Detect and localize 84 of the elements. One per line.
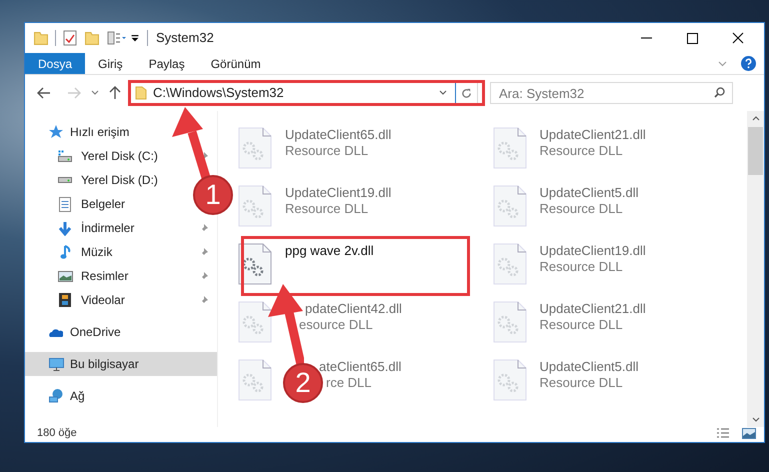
file-name[interactable]: UpdateClient19.dll xyxy=(285,185,392,201)
details-view-icon[interactable] xyxy=(716,428,730,439)
properties-icon[interactable] xyxy=(63,30,77,46)
file-name[interactable]: pdateClient42.dll xyxy=(305,301,402,317)
file-type: rce DLL xyxy=(326,375,372,391)
sidebar-item[interactable]: Resimler xyxy=(57,267,128,285)
ribbon-tab[interactable]: Giriş xyxy=(85,53,136,74)
pin-icon[interactable] xyxy=(200,272,208,280)
dll-file-icon xyxy=(238,301,272,343)
file-name[interactable]: UpdateClient19.dll xyxy=(540,243,646,259)
file-name[interactable]: UpdateClient5.dll xyxy=(540,185,639,201)
dll-file-icon xyxy=(238,127,272,169)
dll-file-icon xyxy=(492,185,526,227)
globe-computer-icon xyxy=(49,389,63,403)
star-icon xyxy=(48,124,64,140)
cloud-icon xyxy=(49,328,63,336)
file-type: Resource DLL xyxy=(540,375,623,391)
file-type: Resource DLL xyxy=(540,201,623,217)
dropdown-icon[interactable] xyxy=(131,34,139,42)
large-icons-view-icon[interactable] xyxy=(742,428,756,439)
chevron-down-icon[interactable] xyxy=(439,90,447,96)
ribbon-tab[interactable]: Görünüm xyxy=(198,53,274,74)
sidebar-item[interactable]: Müzik xyxy=(57,243,112,261)
download-icon xyxy=(58,220,72,236)
sidebar-item[interactable]: OneDrive xyxy=(25,320,217,344)
sidebar-item[interactable]: Videolar xyxy=(57,291,125,309)
up-icon[interactable] xyxy=(109,86,121,100)
document-icon xyxy=(59,196,71,212)
refresh-icon[interactable] xyxy=(461,88,472,98)
scroll-down-icon[interactable] xyxy=(752,417,760,422)
dll-file-icon xyxy=(238,185,272,227)
file-type: Resource DLL xyxy=(285,201,368,217)
back-icon[interactable] xyxy=(37,87,51,99)
dll-file-icon xyxy=(238,243,272,285)
dll-file-icon xyxy=(492,243,526,285)
dll-file-icon xyxy=(492,127,526,169)
close-button[interactable] xyxy=(732,32,744,44)
file-name[interactable]: ppg wave 2v.dll xyxy=(285,243,374,259)
pin-icon[interactable] xyxy=(200,248,208,256)
sidebar-item[interactable]: Hızlı erişim xyxy=(25,120,217,144)
ribbon-tab[interactable]: Dosya xyxy=(25,53,86,74)
file-name[interactable]: UpdateClient21.dll xyxy=(540,127,646,143)
sidebar-item[interactable]: İndirmeler xyxy=(57,219,134,237)
sidebar-item[interactable]: Bu bilgisayar xyxy=(25,352,217,376)
search-field[interactable]: Ara: System32 xyxy=(490,82,733,104)
dll-file-icon xyxy=(492,301,526,343)
sidebar-item[interactable]: Yerel Disk (D:) xyxy=(57,171,158,189)
drive-icon xyxy=(58,177,72,183)
monitor-icon xyxy=(48,358,64,370)
file-name[interactable]: UpdateClient65.dll xyxy=(285,127,392,143)
layout-icon[interactable] xyxy=(107,31,127,45)
folder-icon xyxy=(34,32,48,44)
sidebar-item[interactable]: Ağ xyxy=(25,384,217,408)
picture-icon xyxy=(58,270,72,282)
file-name[interactable]: UpdateClient21.dll xyxy=(540,301,646,317)
file-name[interactable]: UpdateClient5.dll xyxy=(540,359,639,375)
film-icon xyxy=(59,293,71,307)
file-type: esource DLL xyxy=(299,317,373,333)
file-type: Resource DLL xyxy=(540,317,623,333)
pin-icon[interactable] xyxy=(200,224,208,232)
maximize-button[interactable] xyxy=(687,32,698,44)
help-icon[interactable] xyxy=(741,56,756,71)
scroll-up-icon[interactable] xyxy=(752,116,760,121)
file-type: Resource DLL xyxy=(285,143,368,159)
file-type: Resource DLL xyxy=(540,259,623,275)
drive-icon xyxy=(58,150,72,162)
file-type: Resource DLL xyxy=(540,143,623,159)
item-count: 180 öğe xyxy=(37,426,77,442)
music-note-icon xyxy=(60,244,70,260)
expand-ribbon-icon[interactable] xyxy=(718,60,727,66)
scrollbar[interactable] xyxy=(747,111,764,427)
search-icon[interactable] xyxy=(714,87,725,98)
sidebar-item[interactable]: Yerel Disk (C:) xyxy=(57,147,158,165)
dll-file-icon xyxy=(238,359,272,401)
folder-icon xyxy=(135,86,147,100)
file-name[interactable]: ateClient65.dll xyxy=(319,359,402,375)
address-path: C:\Windows\System32 xyxy=(153,84,284,102)
ribbon-tab[interactable]: Paylaş xyxy=(136,53,198,74)
pin-icon[interactable] xyxy=(200,296,208,304)
dll-file-icon xyxy=(492,359,526,401)
sidebar-item[interactable]: Belgeler xyxy=(57,195,126,213)
window-title: System32 xyxy=(156,29,214,48)
recent-locations-icon[interactable] xyxy=(91,90,99,96)
scrollbar-thumb[interactable] xyxy=(748,127,763,175)
